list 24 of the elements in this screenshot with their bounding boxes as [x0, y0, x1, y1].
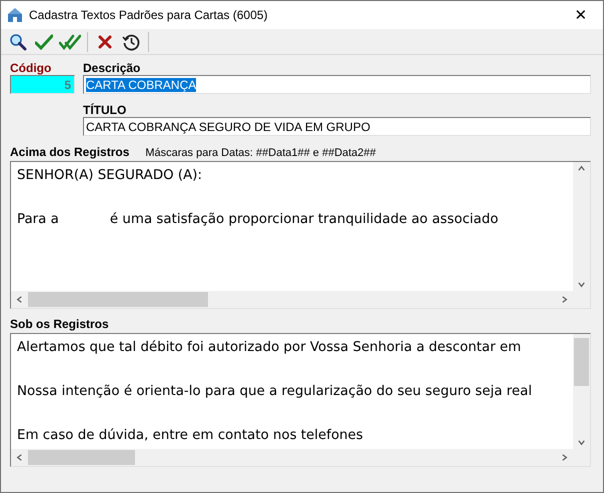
hint-text: Máscaras para Datas: ##Data1## e ##Data2## — [145, 147, 376, 159]
description-field[interactable]: CARTA COBRANÇA — [83, 75, 591, 94]
field-label: TÍTULO — [83, 103, 128, 117]
text-line: Para a é uma satisfação proporcionar tranquilidade ao associado — [17, 211, 500, 229]
text-line: Em caso de dúvida, entre em contato nos telefones — [17, 427, 364, 445]
section-label: Acima dos Registros — [10, 145, 130, 159]
cross-icon — [97, 34, 113, 50]
text-line: SENHOR(A) SEGURADO (A): — [17, 167, 204, 185]
text-line: Nossa intenção é orienta-lo para que a regularização do seu seguro seja real — [17, 383, 533, 401]
code-field[interactable]: 5 — [10, 75, 75, 94]
text-area[interactable]: Alertamos que tal débito foi autorizado por Vossa Senhoria a descontar em Nossa intenção é orienta-lo para que a regularização do seu seguro seja real Em caso de dúvida, entre em contato nos telefones — [10, 333, 591, 467]
field-label: Descrição — [83, 61, 142, 75]
history-icon — [122, 32, 140, 50]
close-button[interactable]: ✕ — [559, 1, 603, 29]
app-icon — [7, 7, 23, 23]
text-area[interactable]: SENHOR(A) SEGURADO (A): Para a é uma satisfação proporcionar tranquilidade ao associado — [10, 161, 591, 309]
check-icon — [35, 34, 53, 50]
double-check-icon — [59, 34, 81, 50]
text-line: Alertamos que tal débito foi autorizado por Vossa Senhoria a descontar em — [17, 339, 522, 357]
field-label: Código — [10, 61, 52, 75]
section-label: Sob os Registros — [10, 317, 110, 331]
search-icon — [9, 32, 27, 50]
title-field[interactable]: CARTA COBRANÇA SEGURO DE VIDA EM GRUPO — [83, 117, 591, 136]
window-title: Cadastra Textos Padrões para Cartas (6005) — [29, 8, 269, 22]
